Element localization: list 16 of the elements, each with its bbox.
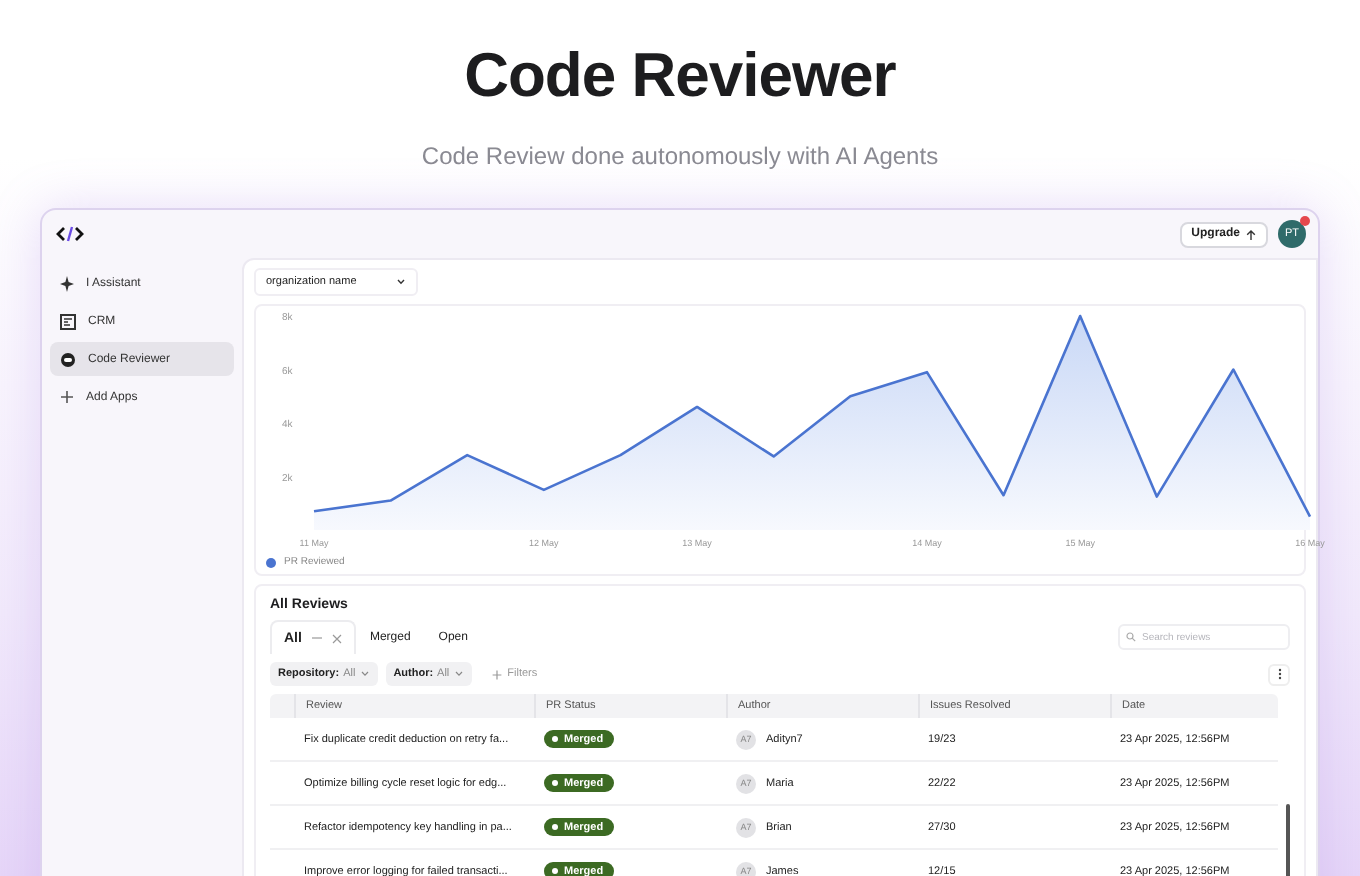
plus-icon: [60, 390, 74, 404]
code-logo-icon: [56, 226, 84, 242]
list-icon: [60, 313, 76, 329]
chevron-down-icon: [359, 670, 370, 678]
page-subtitle: Code Review done autonomously with AI Agents: [421, 142, 939, 170]
legend-dot: [266, 557, 276, 567]
arrow-up-icon: [1246, 229, 1256, 239]
chevron-down-icon: [453, 670, 464, 678]
search-icon: [1126, 632, 1136, 642]
sparkle-icon: [60, 275, 74, 291]
page-title: Code Reviewer: [464, 40, 896, 112]
robot-icon: [60, 351, 76, 367]
close-icon: [331, 633, 342, 643]
chevron-down-icon: [396, 278, 406, 286]
more-options-button[interactable]: [1268, 663, 1290, 685]
plus-icon: [491, 669, 502, 679]
